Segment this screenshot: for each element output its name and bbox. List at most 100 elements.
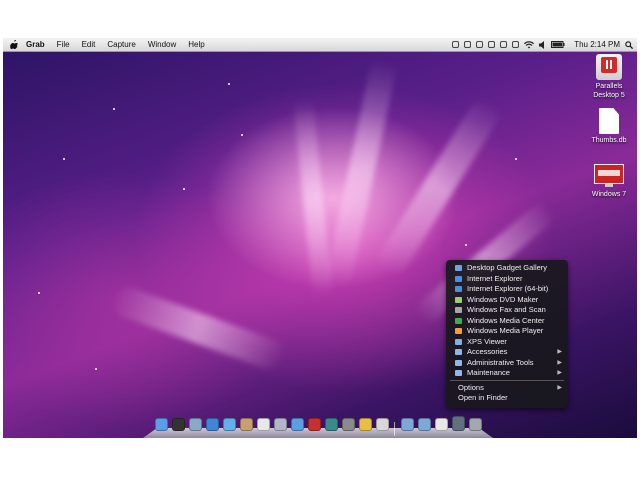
menu-item-label: Windows Media Player [467, 326, 544, 335]
menu-item-desktop-gadget-gallery[interactable]: Desktop Gadget Gallery [446, 263, 568, 273]
menu-item-open-in-finder[interactable]: Open in Finder [446, 393, 568, 403]
star [95, 368, 97, 370]
applications-folder-icon[interactable] [401, 418, 414, 431]
star [241, 134, 243, 136]
wallpaper-streak [292, 97, 334, 299]
volume-status-icon[interactable] [464, 41, 472, 48]
bluetooth-icon[interactable] [512, 41, 520, 48]
menu-clock[interactable]: Thu 2:14 PM [574, 40, 620, 49]
desktop[interactable]: Grab File Edit Capture Window Help Thu 2… [3, 38, 637, 438]
spotlight-icon[interactable] [625, 40, 633, 49]
desktop-icon-label: Parallels Desktop 5 [593, 83, 625, 99]
photobooth-icon[interactable] [308, 418, 321, 431]
ical-icon[interactable] [257, 418, 270, 431]
parallels-icon[interactable] [376, 418, 389, 431]
folder-icon [455, 349, 462, 355]
sync-icon[interactable] [488, 41, 496, 48]
wallpaper-streak [108, 283, 288, 373]
menu-item-label: Open in Finder [458, 392, 508, 402]
app-icon [455, 265, 462, 271]
menu-item-internet-explorer-64-bit[interactable]: Internet Explorer (64-bit) [446, 284, 568, 294]
menu-item-windows-dvd-maker[interactable]: Windows DVD Maker [446, 295, 568, 305]
menu-item-windows-media-player[interactable]: Windows Media Player [446, 326, 568, 336]
mail-icon[interactable] [189, 418, 202, 431]
windows-icon[interactable] [359, 418, 372, 431]
dock-separator [394, 422, 395, 436]
desktop-icon-label: Thumbs.db [591, 137, 627, 144]
star [465, 244, 467, 246]
finder-icon[interactable] [155, 418, 168, 431]
menu-item-label: Windows Fax and Scan [467, 305, 546, 314]
star [113, 108, 115, 110]
menu-item-label: Internet Explorer (64-bit) [467, 284, 549, 293]
documents-folder-icon[interactable] [418, 418, 431, 431]
preview-icon[interactable] [274, 418, 287, 431]
menu-item-label: XPS Viewer [467, 336, 507, 346]
menu-item-windows-media-center[interactable]: Windows Media Center [446, 316, 568, 326]
menu-item-label: Internet Explorer [467, 273, 523, 283]
fax-icon [455, 307, 462, 313]
submenu-arrow-icon: ▶ [557, 370, 562, 376]
menu-window[interactable]: Window [142, 38, 182, 51]
parallels-vm-icon [594, 164, 624, 188]
dvd-icon [455, 296, 462, 303]
document-icon [599, 108, 619, 134]
time-machine-icon[interactable] [325, 418, 338, 431]
menu-item-xps-viewer[interactable]: XPS Viewer [446, 337, 568, 347]
submenu-arrow-icon: ▶ [557, 349, 562, 355]
menu-file[interactable]: File [51, 38, 76, 51]
desktop-icon-label: Windows 7 [591, 191, 627, 198]
safari-icon[interactable] [206, 418, 219, 431]
apple-icon[interactable] [10, 40, 18, 49]
address-book-icon[interactable] [240, 418, 253, 431]
menu-item-label: Accessories [467, 347, 508, 356]
dashboard-icon[interactable] [172, 418, 185, 431]
menu-item-administrative-tools[interactable]: Administrative Tools ▶ [446, 358, 568, 368]
ichat-icon[interactable] [223, 418, 236, 431]
menu-capture[interactable]: Capture [101, 38, 141, 51]
folder-icon [455, 370, 462, 376]
media-player-icon [455, 328, 462, 334]
trash-icon[interactable] [469, 418, 482, 431]
menu-edit[interactable]: Edit [76, 38, 102, 51]
status-menus: Thu 2:14 PM [452, 38, 633, 51]
windows-apps-folder-icon[interactable] [452, 416, 465, 431]
desktop-icon-parallels-desktop[interactable]: Parallels Desktop 5 [582, 54, 636, 100]
star [63, 158, 65, 160]
menu-item-label: Administrative Tools [467, 357, 534, 367]
system-preferences-icon[interactable] [342, 418, 355, 431]
star [515, 158, 517, 160]
dock [143, 416, 493, 438]
desktop-icon-thumbs-db[interactable]: Thumbs.db [582, 108, 636, 145]
star [228, 83, 230, 85]
menu-item-options[interactable]: Options ▶ [446, 383, 568, 393]
desktop-icon-windows-7[interactable]: Windows 7 [582, 164, 636, 199]
menu-item-windows-fax-and-scan[interactable]: Windows Fax and Scan [446, 305, 568, 315]
submenu-arrow-icon: ▶ [557, 384, 562, 391]
ie-icon [455, 286, 462, 292]
star [38, 292, 40, 294]
menu-item-maintenance[interactable]: Maintenance ▶ [446, 368, 568, 378]
menu-app-name[interactable]: Grab [20, 38, 51, 51]
menu-item-label: Options [458, 382, 484, 392]
script-icon[interactable] [476, 41, 484, 48]
menu-item-internet-explorer[interactable]: Internet Explorer [446, 274, 568, 284]
xps-icon [455, 338, 462, 345]
battery-icon[interactable] [551, 41, 565, 48]
itunes-icon[interactable] [291, 418, 304, 431]
windows-applications-menu: Desktop Gadget Gallery Internet Explorer I… [446, 260, 568, 408]
document-stack-icon[interactable] [435, 418, 448, 431]
star [183, 188, 185, 190]
parallels-app-icon [596, 54, 622, 80]
folder-icon [455, 359, 462, 366]
menu-item-label: Desktop Gadget Gallery [467, 263, 548, 272]
speaker-icon[interactable] [539, 40, 546, 49]
menu-item-label: Windows DVD Maker [467, 294, 539, 304]
menu-item-label: Maintenance [467, 368, 510, 377]
wifi-icon[interactable] [524, 40, 535, 49]
menu-item-accessories[interactable]: Accessories ▶ [446, 347, 568, 357]
flag-icon[interactable] [452, 41, 460, 48]
menu-help[interactable]: Help [182, 38, 210, 51]
time-machine-status-icon[interactable] [500, 41, 508, 48]
media-center-icon [455, 317, 462, 324]
